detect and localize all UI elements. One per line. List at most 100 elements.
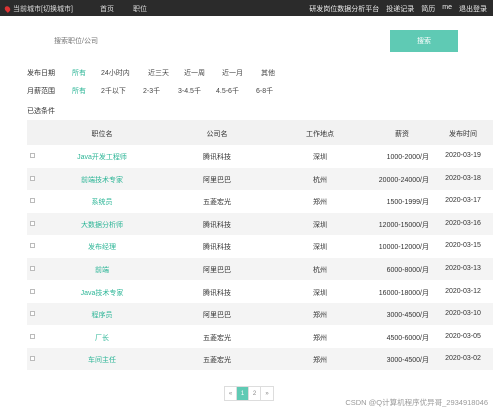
search-input[interactable]: [40, 30, 390, 52]
cell-location: 郑州: [313, 312, 327, 320]
row-checkbox[interactable]: [30, 175, 35, 181]
cell-job[interactable]: 系统员: [92, 197, 113, 207]
cell-salary: 3000-4500/月: [386, 312, 429, 320]
page-next-button[interactable]: »: [261, 387, 273, 400]
cell-company: 阿里巴巴: [203, 176, 231, 184]
table-row: 前端技术专家 阿里巴巴 杭州 20000-24000/月 2020-03-18: [27, 167, 493, 190]
filter-date-other[interactable]: 其他: [261, 68, 275, 78]
cell-company: 腾讯科技: [203, 244, 231, 252]
cell-job[interactable]: 大数据分析师: [81, 220, 123, 230]
table-header: 职位名 公司名 工作地点 薪资 发布时间: [27, 120, 493, 145]
cell-salary: 10000-12000/月: [378, 244, 429, 252]
row-checkbox[interactable]: [30, 243, 35, 249]
cell-job[interactable]: 前端技术专家: [81, 175, 123, 185]
filter-date-month[interactable]: 近一月: [222, 68, 243, 78]
cell-job[interactable]: 前端: [95, 265, 109, 275]
table-row: 发布经理 腾讯科技 深圳 10000-12000/月 2020-03-15: [27, 235, 493, 257]
cell-date: 2020-03-02: [445, 355, 481, 363]
filter-date-label: 发布日期: [27, 70, 55, 77]
cell-salary: 4500-6000/月: [386, 334, 429, 342]
city-label: 当前城市[切换城市]: [13, 6, 73, 13]
platform-link[interactable]: 研发岗位数据分析平台: [309, 4, 379, 14]
header-date: 发布时间: [449, 131, 477, 138]
resume-link[interactable]: 简历: [421, 4, 435, 14]
cell-salary: 1000-2000/月: [386, 154, 429, 161]
filter-salary-2-3k[interactable]: 2-3千: [143, 86, 160, 96]
cell-job[interactable]: 发布经理: [88, 242, 116, 252]
row-checkbox[interactable]: [30, 153, 35, 158]
row-checkbox[interactable]: [30, 198, 35, 204]
header-job: 职位名: [91, 131, 113, 138]
row-checkbox[interactable]: [30, 333, 35, 339]
nav-home[interactable]: 首页: [100, 4, 114, 14]
cell-date: 2020-03-17: [445, 197, 481, 205]
watermark: CSDN @Q计算机程序优异哥_2934918046: [345, 398, 488, 407]
cell-location: 深圳: [313, 289, 327, 297]
page-2-button[interactable]: 2: [249, 387, 261, 400]
cell-date: 2020-03-05: [445, 332, 481, 340]
cell-date: 2020-03-15: [445, 242, 481, 250]
cell-date: 2020-03-19: [445, 152, 481, 159]
filter-salary-6-8k[interactable]: 6-8千: [256, 86, 273, 96]
cell-company: 腾讯科技: [203, 154, 231, 161]
row-checkbox[interactable]: [30, 266, 35, 271]
username[interactable]: me: [442, 4, 452, 14]
page-1-button[interactable]: 1: [237, 387, 249, 400]
table-row: 系统员 五菱宏光 郑州 1500-1999/月 2020-03-17: [27, 190, 493, 212]
cell-company: 腾讯科技: [203, 289, 231, 297]
top-bar: 当前城市[切换城市] 首页 职位 研发岗位数据分析平台 投递记录 简历 me 退…: [0, 0, 493, 16]
cell-date: 2020-03-13: [445, 265, 481, 272]
cell-location: 深圳: [313, 154, 327, 161]
filter-salary-4.5-6k[interactable]: 4.5-6千: [216, 86, 239, 96]
delivery-records-link[interactable]: 投递记录: [386, 4, 414, 14]
cell-date: 2020-03-12: [445, 287, 481, 295]
filter-date-24h[interactable]: 24小时内: [101, 68, 130, 78]
cell-location: 郑州: [313, 334, 327, 342]
row-checkbox[interactable]: [30, 288, 35, 294]
cell-salary: 20000-24000/月: [378, 176, 429, 184]
cell-location: 深圳: [313, 221, 327, 229]
cell-job[interactable]: 程序员: [92, 310, 113, 320]
cell-salary: 3000-4500/月: [386, 357, 429, 365]
cell-company: 五菱宏光: [203, 334, 231, 342]
city-switcher[interactable]: 当前城市[切换城市]: [3, 4, 73, 14]
cell-location: 杭州: [313, 267, 327, 274]
cell-location: 郑州: [313, 357, 327, 365]
nav-jobs[interactable]: 职位: [133, 4, 147, 14]
table-row: 程序员 阿里巴巴 郑州 3000-4500/月 2020-03-10: [27, 303, 493, 326]
row-checkbox[interactable]: [30, 220, 35, 226]
filter-date-week[interactable]: 近一周: [184, 68, 205, 78]
table-row: 车间主任 五菱宏光 郑州 3000-4500/月 2020-03-02: [27, 348, 493, 371]
cell-salary: 6000-8000/月: [386, 267, 429, 274]
table-row: 前端 阿里巴巴 杭州 6000-8000/月 2020-03-13: [27, 258, 493, 280]
cell-company: 阿里巴巴: [203, 312, 231, 320]
cell-date: 2020-03-18: [445, 174, 481, 182]
selected-conditions-label: 已选条件: [27, 108, 55, 115]
cell-location: 郑州: [313, 199, 327, 207]
cell-location: 深圳: [313, 244, 327, 252]
row-checkbox[interactable]: [30, 311, 35, 317]
filter-date-3days[interactable]: 近三天: [148, 68, 169, 78]
filter-salary-3-4.5k[interactable]: 3-4.5千: [178, 86, 201, 96]
page-prev-button[interactable]: «: [225, 387, 237, 400]
logout-link[interactable]: 退出登录: [459, 4, 487, 14]
cell-company: 五菱宏光: [203, 357, 231, 365]
cell-job[interactable]: Java开发工程师: [77, 152, 127, 162]
cell-date: 2020-03-16: [445, 219, 481, 227]
table-row: 厂长 五菱宏光 郑州 4500-6000/月 2020-03-05: [27, 326, 493, 348]
cell-company: 五菱宏光: [203, 199, 231, 207]
cell-job[interactable]: 厂长: [95, 333, 109, 343]
row-checkbox[interactable]: [30, 356, 35, 362]
search-button[interactable]: 搜索: [390, 30, 458, 52]
cell-job[interactable]: Java技术专家: [81, 288, 124, 298]
filter-salary-all[interactable]: 所有: [72, 86, 86, 96]
filter-salary-label: 月薪范围: [27, 88, 55, 95]
cell-date: 2020-03-10: [445, 310, 481, 318]
table-row: 大数据分析师 腾讯科技 深圳 12000-15000/月 2020-03-16: [27, 212, 493, 235]
cell-salary: 12000-15000/月: [378, 221, 429, 229]
table-row: Java开发工程师 腾讯科技 深圳 1000-2000/月 2020-03-19: [27, 145, 493, 167]
filter-date-all[interactable]: 所有: [72, 68, 86, 78]
filter-salary-under2k[interactable]: 2千以下: [101, 86, 126, 96]
cell-job[interactable]: 车间主任: [88, 355, 116, 365]
cell-salary: 16000-18000/月: [378, 289, 429, 297]
